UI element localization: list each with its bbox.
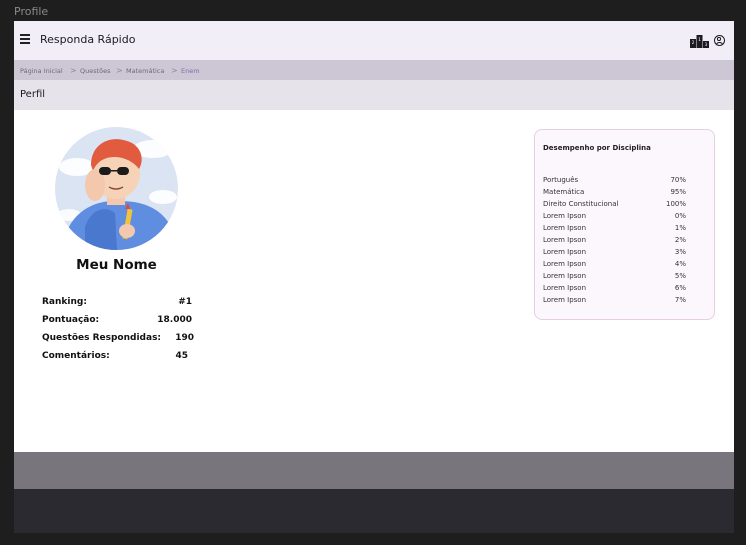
subject-name: Direito Constitucional	[543, 200, 619, 208]
avatar	[55, 127, 178, 250]
breadcrumb-separator: >	[171, 65, 178, 75]
page-title: Perfil	[20, 89, 46, 100]
app-frame: Responda Rápido 1 2 3 Página Inicial > Q…	[14, 21, 734, 533]
stat-label: Pontuação:	[42, 315, 100, 325]
subject-name: Lorem Ipson	[543, 260, 587, 268]
subject-name: Lorem Ipson	[543, 212, 587, 220]
window-label: Profile	[14, 5, 49, 18]
breadcrumb-item-enem[interactable]: Enem	[181, 67, 200, 75]
subject-name: Lorem Ipson	[543, 236, 587, 244]
performance-card: Desempenho por Disciplina Português 70% M…	[534, 129, 715, 320]
breadcrumb-item-home[interactable]: Página Inicial	[20, 67, 63, 75]
subject-name: Matemática	[543, 188, 585, 196]
breadcrumb-separator: >	[116, 65, 123, 75]
subject-percent: 5%	[674, 272, 686, 280]
subject-name: Lorem Ipson	[543, 272, 587, 280]
stat-value: 18.000	[157, 315, 192, 325]
subject-percent: 0%	[674, 212, 686, 220]
svg-text:3: 3	[705, 42, 708, 47]
app-bar: Responda Rápido 1 2 3	[14, 21, 734, 60]
subject-percent: 2%	[674, 236, 686, 244]
stat-label: Ranking:	[42, 297, 87, 307]
profile-name: Meu Nome	[76, 257, 157, 273]
stat-label: Questões Respondidas:	[42, 333, 162, 343]
stat-value: #1	[178, 297, 192, 307]
page-title-bar: Perfil	[14, 80, 734, 110]
subject-percent: 95%	[670, 188, 686, 196]
subject-name: Lorem Ipson	[543, 224, 587, 232]
breadcrumb-item-matematica[interactable]: Matemática	[126, 67, 164, 75]
account-circle-icon[interactable]	[714, 35, 725, 46]
subject-percent: 100%	[665, 200, 686, 208]
svg-text:1: 1	[698, 37, 701, 43]
menu-icon[interactable]	[20, 34, 30, 46]
subject-percent: 70%	[670, 176, 686, 184]
subject-percent: 7%	[674, 296, 686, 304]
performance-title: Desempenho por Disciplina	[543, 144, 651, 152]
breadcrumb-separator: >	[70, 65, 77, 75]
subject-percent: 6%	[674, 284, 686, 292]
bottom-bar	[14, 489, 734, 533]
subject-percent: 1%	[674, 224, 686, 232]
stat-value: 190	[175, 333, 194, 343]
subject-name: Português	[543, 176, 579, 184]
subject-percent: 3%	[674, 248, 686, 256]
subject-percent: 4%	[674, 260, 686, 268]
subject-name: Lorem Ipson	[543, 284, 587, 292]
breadcrumb-item-questoes[interactable]: Questões	[80, 67, 111, 75]
subject-name: Lorem Ipson	[543, 296, 587, 304]
stat-value: 45	[175, 351, 188, 361]
podium-icon[interactable]: 1 2 3	[690, 34, 709, 48]
stat-label: Comentários:	[42, 351, 110, 361]
svg-text:2: 2	[692, 40, 695, 45]
app-title: Responda Rápido	[40, 33, 136, 46]
subject-name: Lorem Ipson	[543, 248, 587, 256]
footer-bar	[14, 452, 734, 489]
breadcrumb: Página Inicial > Questões > Matemática >…	[14, 60, 734, 80]
